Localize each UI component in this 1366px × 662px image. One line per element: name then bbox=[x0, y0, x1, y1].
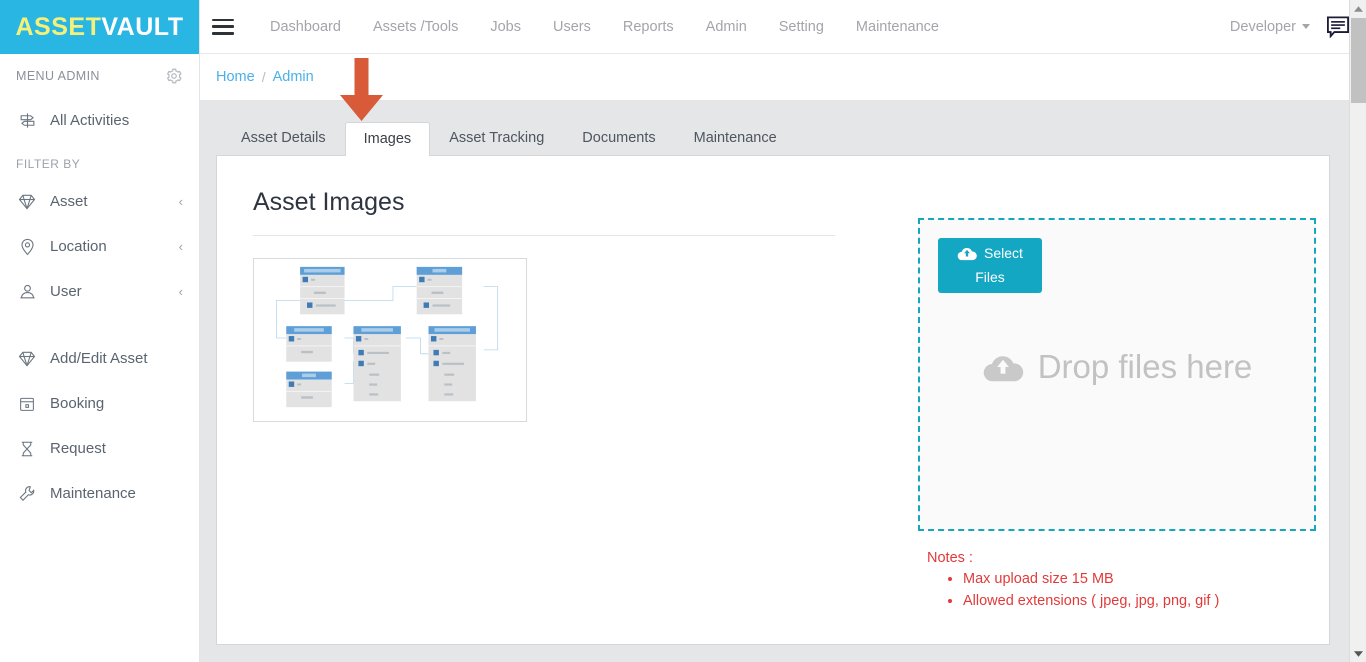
nav-item-admin[interactable]: Admin bbox=[690, 0, 763, 54]
nav-item-assets-tools[interactable]: Assets /Tools bbox=[357, 0, 474, 54]
scroll-down-arrow[interactable] bbox=[1350, 645, 1366, 662]
sidebar-item-request[interactable]: Request bbox=[0, 426, 199, 471]
brand-text-vault: VAULT bbox=[101, 12, 184, 41]
drop-files-hint: Drop files here bbox=[920, 348, 1314, 386]
signpost-icon bbox=[16, 110, 38, 132]
sidebar-item-add-edit-asset[interactable]: Add/Edit Asset bbox=[0, 336, 199, 381]
notes-list: Max upload size 15 MB Allowed extensions… bbox=[927, 570, 1219, 610]
sidebar-item-user[interactable]: User ‹ bbox=[0, 269, 199, 314]
chat-bubble-icon[interactable] bbox=[1326, 15, 1350, 39]
select-files-button[interactable]: Select Files bbox=[938, 238, 1042, 293]
tab-bar: Asset Details Images Asset Tracking Docu… bbox=[216, 121, 1330, 156]
content-area: Asset Details Images Asset Tracking Docu… bbox=[200, 101, 1366, 662]
sidebar-item-all-activities[interactable]: All Activities bbox=[0, 98, 199, 143]
menu-admin-header: MENU ADMIN bbox=[0, 54, 199, 98]
chevron-left-icon[interactable]: ‹ bbox=[179, 194, 183, 209]
breadcrumb-item-home[interactable]: Home bbox=[216, 69, 255, 85]
cloud-upload-icon bbox=[957, 246, 977, 261]
tab-maintenance[interactable]: Maintenance bbox=[675, 121, 796, 155]
brand-text-asset: ASSET bbox=[15, 12, 102, 41]
calendar-icon bbox=[16, 393, 38, 415]
sidebar-item-maintenance[interactable]: Maintenance bbox=[0, 471, 199, 516]
breadcrumb: Home / Admin bbox=[200, 54, 1366, 101]
notes-item: Max upload size 15 MB bbox=[963, 570, 1219, 588]
drop-files-text: Drop files here bbox=[1037, 348, 1253, 385]
user-menu-label: Developer bbox=[1229, 18, 1296, 35]
cloud-upload-icon bbox=[982, 352, 1024, 383]
tab-asset-details[interactable]: Asset Details bbox=[222, 121, 345, 155]
notes-item: Allowed extensions ( jpeg, jpg, png, gif… bbox=[963, 592, 1219, 610]
sidebar-item-label: User bbox=[50, 283, 82, 300]
top-navigation-bar: Dashboard Assets /Tools Jobs Users Repor… bbox=[200, 0, 1366, 54]
diamond-icon bbox=[16, 348, 38, 370]
chevron-left-icon[interactable]: ‹ bbox=[179, 239, 183, 254]
user-icon bbox=[16, 281, 38, 303]
diamond-icon bbox=[16, 191, 38, 213]
wrench-icon bbox=[16, 483, 38, 505]
brand-text: ASSETVAULT bbox=[16, 13, 184, 42]
sidebar-item-label: Add/Edit Asset bbox=[50, 350, 148, 367]
sidebar-item-asset[interactable]: Asset ‹ bbox=[0, 179, 199, 224]
sidebar-item-label: Maintenance bbox=[50, 485, 136, 502]
sidebar-item-label: All Activities bbox=[50, 112, 130, 129]
sidebar: ASSETVAULT MENU ADMIN All Activities FIL… bbox=[0, 0, 200, 662]
gear-icon[interactable] bbox=[165, 67, 183, 85]
page-title: Asset Images bbox=[253, 188, 405, 216]
nav-item-users[interactable]: Users bbox=[537, 0, 607, 54]
hourglass-icon bbox=[16, 438, 38, 460]
notes-title: Notes : bbox=[927, 550, 973, 566]
tab-documents[interactable]: Documents bbox=[563, 121, 674, 155]
chevron-down-icon bbox=[1302, 24, 1310, 29]
tab-asset-tracking[interactable]: Asset Tracking bbox=[430, 121, 563, 155]
nav-item-reports[interactable]: Reports bbox=[607, 0, 690, 54]
sidebar-filter-title: FILTER BY bbox=[16, 157, 81, 171]
breadcrumb-separator: / bbox=[261, 69, 266, 85]
sidebar-item-label: Request bbox=[50, 440, 106, 457]
notes-section: Notes : Max upload size 15 MB Allowed ex… bbox=[927, 550, 1219, 610]
scroll-up-arrow[interactable] bbox=[1350, 0, 1366, 17]
menu-admin-label: MENU ADMIN bbox=[16, 69, 100, 83]
er-diagram-image bbox=[254, 259, 526, 421]
hamburger-icon[interactable] bbox=[212, 18, 234, 35]
sidebar-item-label: Booking bbox=[50, 395, 105, 412]
select-files-label-line2: Files bbox=[975, 268, 1005, 285]
sidebar-item-location[interactable]: Location ‹ bbox=[0, 224, 199, 269]
tab-images[interactable]: Images bbox=[344, 122, 431, 156]
chevron-left-icon[interactable]: ‹ bbox=[179, 284, 183, 299]
app-root: ASSETVAULT MENU ADMIN All Activities FIL… bbox=[0, 0, 1366, 662]
nav-item-maintenance[interactable]: Maintenance bbox=[840, 0, 955, 54]
sidebar-item-label: Asset bbox=[50, 193, 88, 210]
nav-item-setting[interactable]: Setting bbox=[763, 0, 840, 54]
sidebar-item-booking[interactable]: Booking bbox=[0, 381, 199, 426]
scroll-thumb[interactable] bbox=[1351, 18, 1366, 103]
map-pin-icon bbox=[16, 236, 38, 258]
brand-logo[interactable]: ASSETVAULT bbox=[0, 0, 199, 54]
top-nav-right: Developer bbox=[1230, 15, 1366, 39]
nav-item-jobs[interactable]: Jobs bbox=[474, 0, 537, 54]
images-panel: Asset Images Select Files Drop files her… bbox=[216, 155, 1330, 645]
nav-item-dashboard[interactable]: Dashboard bbox=[254, 0, 357, 54]
select-files-label-line1: Select bbox=[984, 245, 1023, 262]
sidebar-item-label: Location bbox=[50, 238, 107, 255]
title-divider bbox=[253, 235, 835, 236]
breadcrumb-item-admin[interactable]: Admin bbox=[273, 69, 314, 85]
file-dropzone[interactable]: Select Files Drop files here bbox=[918, 218, 1316, 531]
page-scrollbar[interactable] bbox=[1349, 0, 1366, 662]
asset-image-thumbnail[interactable] bbox=[253, 258, 527, 422]
user-menu[interactable]: Developer bbox=[1230, 19, 1310, 35]
